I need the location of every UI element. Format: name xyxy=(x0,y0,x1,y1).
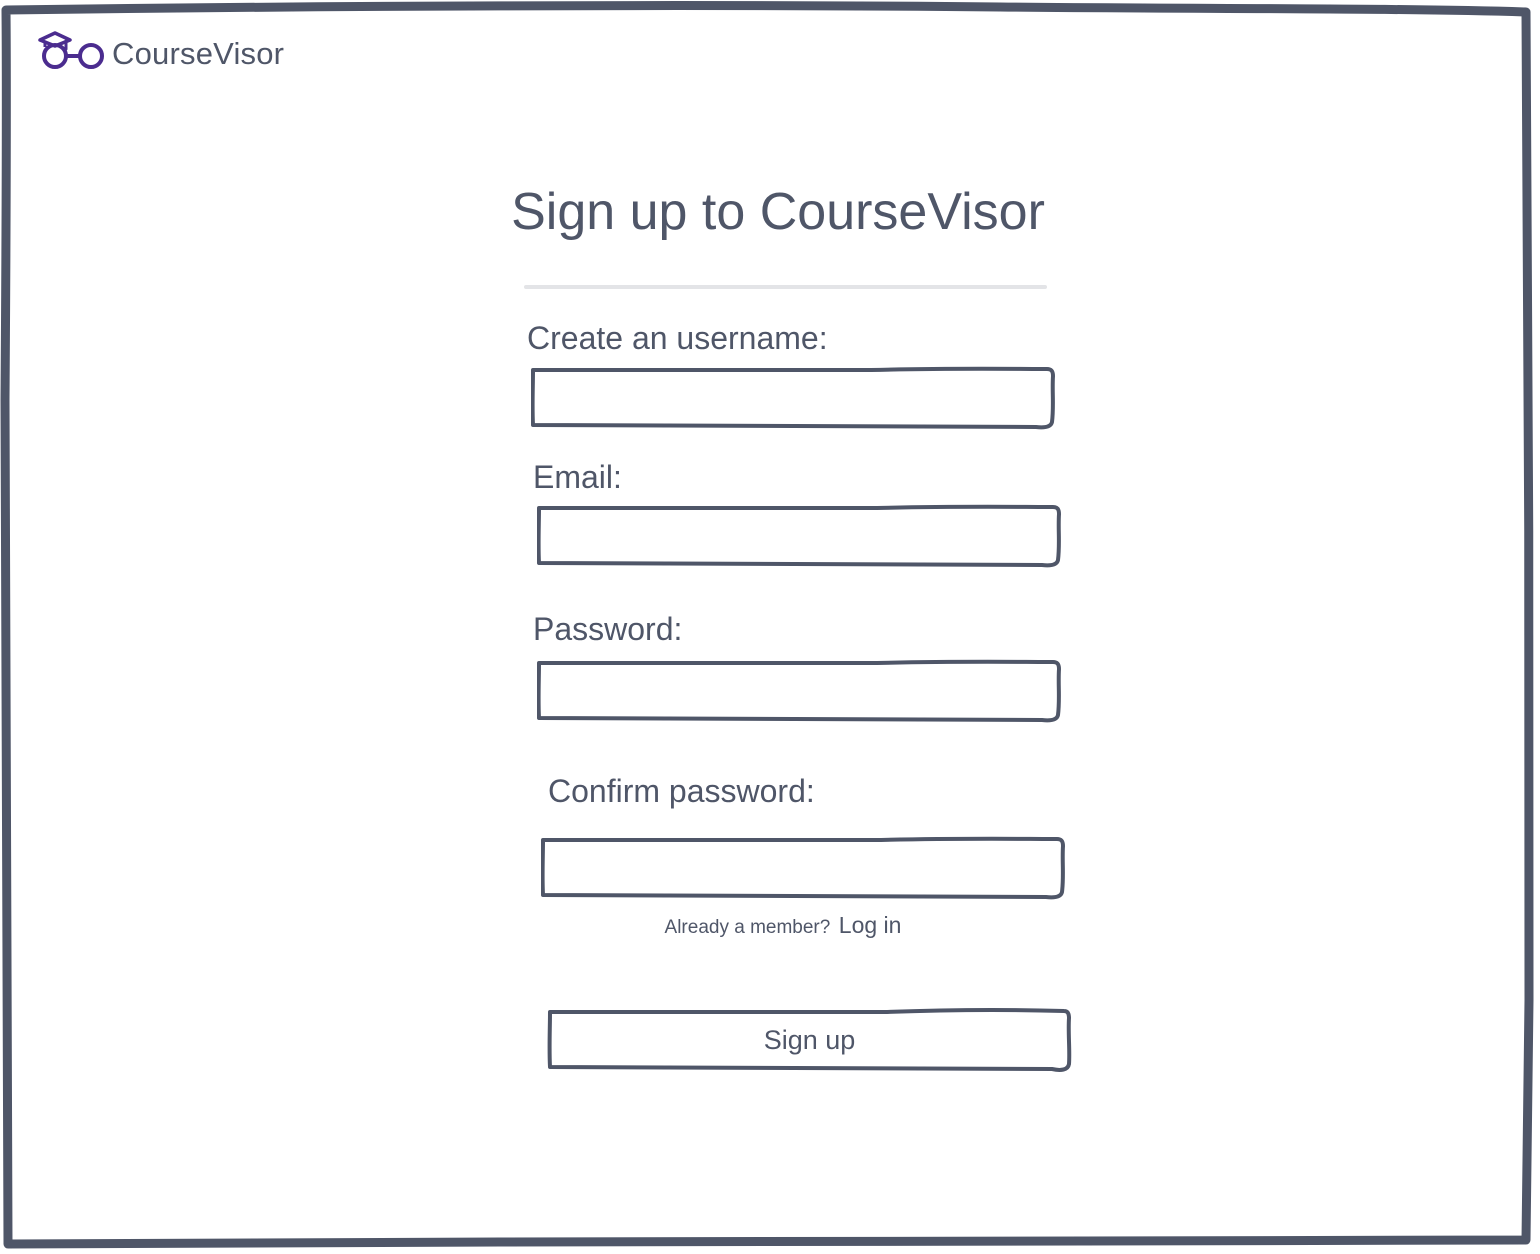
sign-up-button[interactable]: Sign up xyxy=(547,1008,1072,1072)
page-title: Sign up to CourseVisor xyxy=(511,183,1045,241)
email-input[interactable] xyxy=(545,510,1045,556)
confirm-password-input[interactable] xyxy=(549,842,1049,888)
login-prompt-row: Already a member? Log in xyxy=(0,912,1540,939)
username-input[interactable] xyxy=(539,372,1039,418)
login-prompt-text: Already a member? xyxy=(664,917,831,938)
email-field-wrapper xyxy=(537,504,1061,568)
confirm-password-field-wrapper xyxy=(541,836,1065,900)
confirm-password-label: Confirm password: xyxy=(548,773,815,809)
password-input[interactable] xyxy=(545,665,1045,711)
graduation-cap-glasses-icon xyxy=(38,30,106,77)
brand-logo[interactable]: CourseVisor xyxy=(38,30,284,77)
sign-up-button-label: Sign up xyxy=(763,1024,856,1055)
password-label: Password: xyxy=(533,611,683,647)
username-label: Create an username: xyxy=(527,320,828,356)
password-field-wrapper xyxy=(537,659,1061,723)
brand-name: CourseVisor xyxy=(112,35,285,71)
login-link[interactable]: Log in xyxy=(839,912,902,938)
title-divider xyxy=(524,285,1047,289)
email-label: Email: xyxy=(533,459,622,495)
username-field-wrapper xyxy=(531,366,1055,430)
